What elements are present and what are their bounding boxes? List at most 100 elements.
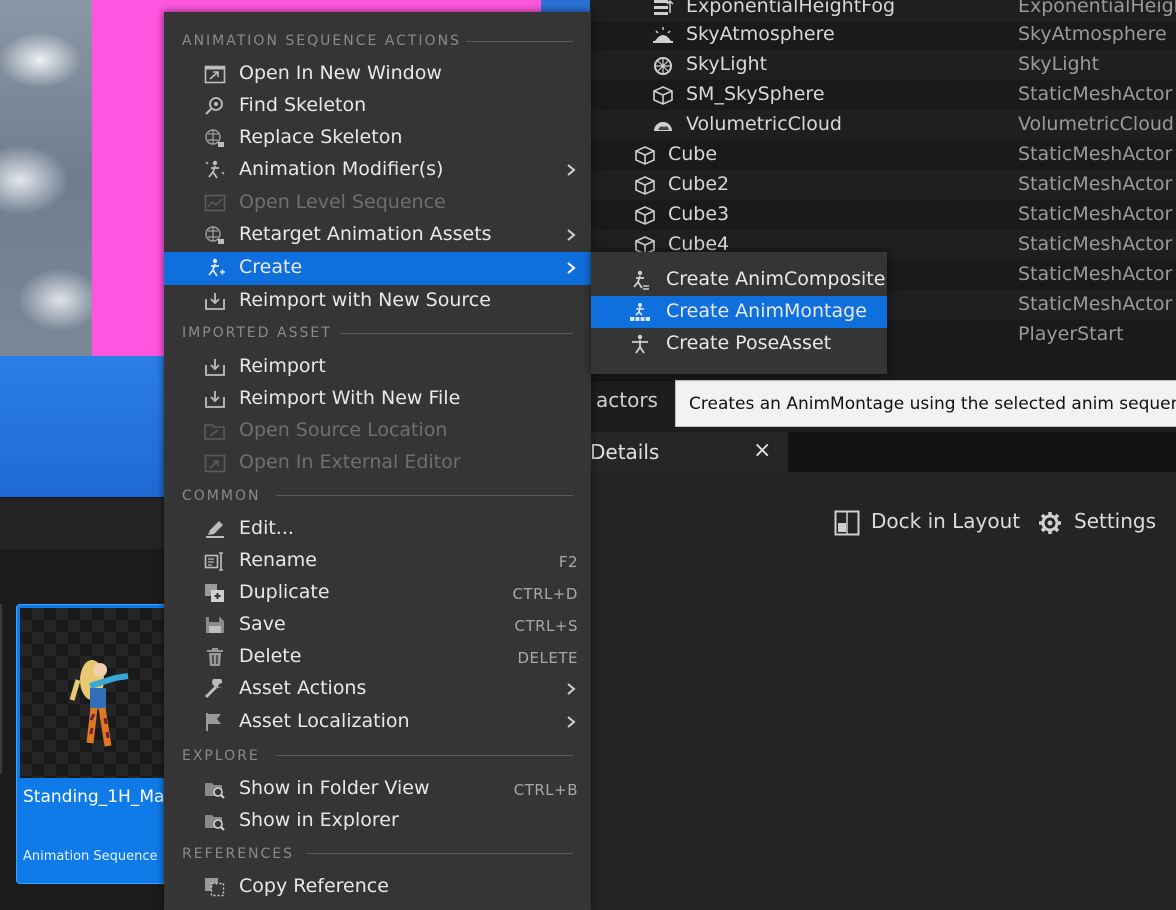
outliner-type: StaticMeshActor [1018, 173, 1173, 195]
menu-item-label: Save [239, 613, 286, 635]
chevron-right-icon [567, 683, 576, 695]
static-mesh-icon [635, 206, 655, 225]
menu-item-label: Delete [239, 645, 302, 667]
section-header: ANIMATION SEQUENCE ACTIONS [182, 33, 461, 49]
outliner-row[interactable]: SkyLight SkyLight [590, 50, 1176, 80]
static-mesh-icon [635, 176, 655, 195]
outliner-row[interactable]: ExponentialHeightFog ExponentialHeigh [590, 0, 1176, 22]
menu-item-open-level-sequence[interactable]: Open Level Sequence [164, 187, 591, 219]
menu-item-reimport-with-new-file[interactable]: Reimport With New File [164, 383, 591, 415]
menu-item-shortcut: CTRL+B [513, 781, 578, 799]
details-body [590, 550, 1176, 910]
asset-tile-selected[interactable]: Standing_1H_Magic_Attack_01 Animation Se… [16, 604, 178, 884]
menu-item-label: Reimport [239, 355, 326, 377]
tab-details-label: Details [590, 440, 660, 464]
menu-item-reimport-with-new-source[interactable]: Reimport with New Source [164, 285, 591, 317]
menu-item-copy-reference[interactable]: Copy Reference [164, 871, 591, 903]
rename-icon [204, 552, 223, 571]
menu-item-label: Open Source Location [239, 419, 448, 441]
menu-item-shortcut: CTRL+D [512, 585, 578, 603]
menu-item-animation-modifiers[interactable]: Animation Modifier(s) [164, 154, 591, 186]
gear-icon [1039, 512, 1061, 534]
menu-item-label: Asset Actions [239, 677, 367, 699]
outliner-type: StaticMeshActor [1018, 203, 1173, 225]
menu-item-find-skeleton[interactable]: Find Skeleton [164, 90, 591, 122]
chevron-right-icon [567, 716, 576, 728]
outliner-type: StaticMeshActor [1018, 143, 1173, 165]
animation-modifier-icon [205, 160, 225, 179]
outliner-row[interactable]: SM_SkySphere StaticMeshActor [590, 80, 1176, 110]
menu-item-show-in-explorer[interactable]: Show in Explorer [164, 805, 591, 837]
menu-item-label: Show in Explorer [239, 809, 399, 831]
chevron-right-icon [567, 262, 576, 274]
outliner-name: SM_SkySphere [686, 83, 825, 105]
menu-item-open-source-location[interactable]: Open Source Location [164, 415, 591, 447]
menu-item-save[interactable]: Save CTRL+S [164, 609, 591, 641]
menu-item-replace-skeleton[interactable]: Replace Skeleton [164, 122, 591, 154]
menu-item-duplicate[interactable]: Duplicate CTRL+D [164, 577, 591, 609]
outliner-row[interactable]: VolumetricCloud VolumetricCloud [590, 110, 1176, 140]
height-fog-icon [654, 0, 674, 15]
submenu-item-create-pose-asset[interactable]: Create PoseAsset [591, 328, 887, 360]
submenu-item-label: Create AnimMontage [666, 300, 867, 322]
section-header: IMPORTED ASSET [182, 325, 332, 341]
outliner-type: StaticMeshActor [1018, 263, 1173, 285]
menu-item-label: Open In New Window [239, 62, 442, 84]
menu-item-shortcut: CTRL+S [514, 617, 578, 635]
menu-item-label: Open In External Editor [239, 451, 461, 473]
close-icon[interactable]: × [753, 438, 771, 463]
sky-atmosphere-icon [653, 27, 673, 43]
menu-item-retarget-animation-assets[interactable]: Retarget Animation Assets [164, 219, 591, 251]
menu-item-asset-localization[interactable]: Asset Localization [164, 706, 591, 738]
chevron-right-icon [567, 229, 576, 241]
outliner-row[interactable]: Cube2 StaticMeshActor [590, 170, 1176, 200]
tab-details[interactable]: Details × [590, 432, 788, 472]
delete-icon [207, 648, 223, 666]
menu-item-label: Copy Reference [239, 875, 389, 897]
menu-item-delete[interactable]: Delete DELETE [164, 641, 591, 673]
skylight-icon [654, 57, 672, 75]
menu-item-create[interactable]: Create [164, 252, 591, 285]
anim-montage-icon [630, 303, 650, 321]
menu-item-open-in-external-editor[interactable]: Open In External Editor [164, 447, 591, 479]
section-divider [276, 755, 573, 756]
menu-item-label: Duplicate [239, 581, 330, 603]
save-icon [206, 617, 224, 633]
submenu-item-label: Create PoseAsset [666, 332, 832, 354]
menu-item-show-in-folder-view[interactable]: Show in Folder View CTRL+B [164, 773, 591, 805]
reimport-icon [205, 293, 225, 310]
submenu-item-create-anim-composite[interactable]: Create AnimComposite [591, 264, 887, 296]
menu-item-open-in-new-window[interactable]: Open In New Window [164, 58, 591, 90]
section-header: EXPLORE [182, 748, 260, 764]
outliner-name: Cube2 [668, 173, 730, 195]
edit-icon [206, 521, 224, 538]
menu-item-label: Retarget Animation Assets [239, 223, 492, 245]
folder-search-icon [205, 815, 225, 831]
open-window-icon [204, 65, 226, 84]
menu-item-label: Edit... [239, 517, 294, 539]
asset-type: Animation Sequence [23, 849, 158, 864]
menu-item-edit[interactable]: Edit... [164, 513, 591, 545]
source-location-icon [204, 424, 225, 440]
submenu-item-create-anim-montage[interactable]: Create AnimMontage [591, 296, 887, 328]
outliner-row[interactable]: Cube StaticMeshActor [590, 140, 1176, 170]
outliner-type: StaticMeshActor [1018, 293, 1173, 315]
outliner-row[interactable]: SkyAtmosphere SkyAtmosphere [590, 20, 1176, 50]
outliner-name: SkyAtmosphere [686, 23, 835, 45]
menu-item-asset-actions[interactable]: Asset Actions [164, 673, 591, 705]
asset-thumbnail [20, 608, 170, 778]
asset-tile-previous[interactable] [0, 604, 2, 774]
outliner-type: SkyAtmosphere [1018, 23, 1167, 45]
section-divider [276, 495, 573, 496]
tooltip: Creates an AnimMontage using the selecte… [675, 380, 1176, 427]
context-menu: ANIMATION SEQUENCE ACTIONS Open In New W… [164, 12, 591, 910]
find-skeleton-icon [205, 97, 223, 115]
wrench-icon [204, 679, 223, 699]
chevron-right-icon [567, 164, 576, 176]
menu-item-rename[interactable]: Rename F2 [164, 545, 591, 577]
menu-item-reimport[interactable]: Reimport [164, 351, 591, 383]
folder-search-icon [205, 783, 225, 799]
character-thumbnail-icon [69, 660, 129, 747]
outliner-row[interactable]: Cube3 StaticMeshActor [590, 200, 1176, 230]
section-header: REFERENCES [182, 846, 295, 862]
